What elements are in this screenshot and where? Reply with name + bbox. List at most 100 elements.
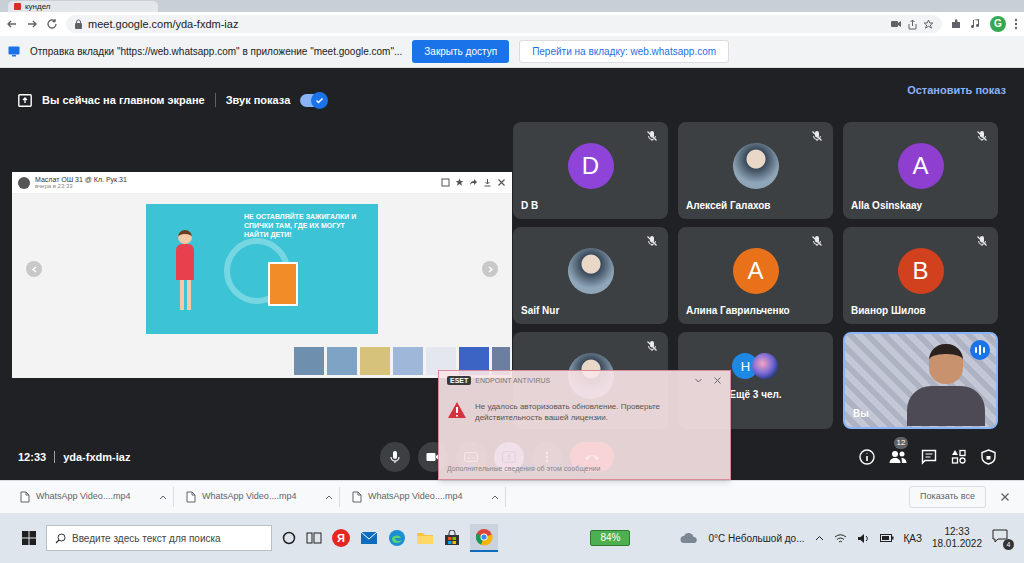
file-icon	[352, 491, 362, 503]
more-label[interactable]: Ещё 3 чел.	[729, 387, 781, 402]
input-language[interactable]: ҚАЗ	[904, 531, 922, 546]
notification-message: Не удалось авторизовать обновление. Пров…	[475, 401, 695, 423]
tab-label: кундел	[25, 2, 51, 12]
mail-icon[interactable]	[360, 531, 378, 545]
mic-off-icon	[646, 340, 658, 352]
forward-icon[interactable]	[469, 178, 478, 187]
close-icon[interactable]	[1000, 492, 1010, 502]
people-count: 12	[897, 439, 906, 447]
details-link[interactable]: Дополнительные сведения об этом сообщени…	[447, 464, 722, 475]
stop-sharing-button[interactable]: Закрыть доступ	[412, 40, 509, 63]
yandex-label: Я	[337, 533, 345, 544]
participant-tile[interactable]: Saif Nur	[513, 227, 668, 324]
notification-button[interactable]: 4	[992, 529, 1010, 547]
clock-date: 18.01.2022	[932, 538, 982, 550]
participant-avatar: A	[733, 248, 779, 294]
participant-tile[interactable]: BВианор Шилов	[843, 227, 998, 324]
chevron-up-icon	[159, 494, 167, 500]
task-view-icon[interactable]	[306, 531, 322, 545]
clock[interactable]: 12:33 18.01.2022	[932, 526, 982, 550]
clock-time: 12:33	[944, 526, 969, 538]
participant-name: Alla Osinskaay	[851, 198, 922, 213]
edge-icon[interactable]	[388, 529, 406, 547]
activities-icon[interactable]	[951, 449, 967, 465]
download-name: WhatsApp Video....mp4	[36, 490, 153, 504]
thumbnail[interactable]	[393, 347, 423, 375]
tray-chevron-icon[interactable]	[815, 535, 824, 541]
weather-text[interactable]: 0°C Небольшой до...	[708, 531, 804, 546]
taskbar-search-input[interactable]	[72, 531, 263, 546]
mic-button[interactable]	[380, 442, 410, 472]
reload-icon[interactable]	[46, 18, 58, 30]
url-text: meet.google.com/yda-fxdm-iaz	[88, 16, 238, 33]
slide-matchbox	[268, 262, 298, 306]
participant-tile[interactable]: DD B	[513, 122, 668, 219]
store-icon[interactable]	[444, 530, 460, 546]
thumbnail[interactable]	[327, 347, 357, 375]
close-icon[interactable]	[713, 376, 722, 385]
product-label: ENDPOINT ANTIVIRUS	[475, 377, 550, 384]
cortana-icon[interactable]	[282, 531, 296, 545]
browser-tab[interactable]: кундел	[8, 1, 158, 12]
windows-start-icon[interactable]	[22, 531, 36, 545]
people-count-badge: 12	[894, 437, 908, 449]
participant-tile[interactable]: AАлина Гаврильченко	[678, 227, 833, 324]
close-icon[interactable]	[497, 178, 506, 187]
participant-tile[interactable]: Алексей Галахов	[678, 122, 833, 219]
chat-icon[interactable]	[921, 449, 937, 465]
switch-tab-button[interactable]: Перейти на вкладку: web.whatsapp.com	[519, 40, 729, 63]
star-icon[interactable]	[923, 19, 934, 30]
download-icon[interactable]	[483, 178, 492, 187]
media-icon[interactable]	[970, 18, 982, 30]
prev-button[interactable]	[26, 261, 42, 277]
chevron-up-icon	[491, 494, 499, 500]
people-button[interactable]: 12	[889, 450, 907, 464]
taskbar-search[interactable]	[46, 525, 272, 551]
square-icon[interactable]	[441, 178, 450, 187]
presenting-label: Вы сейчас на главном экране	[42, 92, 205, 109]
next-button[interactable]	[482, 261, 498, 277]
viewer-header: Маслат ОШ 31 @ Кл. Рук.31 вчера в 23:33	[12, 172, 512, 194]
download-item[interactable]: WhatsApp Video....mp4	[180, 487, 340, 507]
avatar-initial: D	[582, 154, 599, 178]
yandex-browser-icon[interactable]: Я	[332, 529, 350, 547]
camera-indicator-icon[interactable]	[890, 19, 902, 29]
info-icon[interactable]	[859, 449, 875, 465]
download-name: WhatsApp Video....mp4	[202, 490, 319, 504]
wifi-icon	[834, 533, 847, 544]
mic-off-icon	[646, 130, 658, 142]
participant-tile[interactable]: AAlla Osinskaay	[843, 122, 998, 219]
level-bar	[983, 347, 985, 353]
collapse-icon[interactable]	[694, 376, 703, 385]
share-audio-toggle[interactable]	[300, 94, 326, 107]
download-item[interactable]: WhatsApp Video....mp4	[14, 487, 174, 507]
stop-presenting-button[interactable]: Остановить показ	[907, 76, 1006, 99]
host-controls-icon[interactable]	[981, 449, 996, 465]
thumbnail[interactable]	[294, 347, 324, 375]
chrome-taskbar-button[interactable]	[470, 524, 498, 552]
thumbnail[interactable]	[360, 347, 390, 375]
slide-figure	[176, 230, 194, 310]
participant-name: Вианор Шилов	[851, 303, 926, 318]
participant-photo	[733, 143, 779, 189]
file-explorer-icon[interactable]	[416, 531, 434, 545]
more-avatars: H	[732, 353, 778, 379]
extensions-icon[interactable]	[950, 18, 962, 30]
back-icon[interactable]	[6, 18, 18, 30]
forward-icon[interactable]	[26, 18, 38, 30]
star-icon[interactable]	[455, 178, 464, 187]
shared-window: Маслат ОШ 31 @ Кл. Рук.31 вчера в 23:33	[12, 172, 512, 378]
file-icon	[20, 491, 30, 503]
tab-strip: кундел	[0, 0, 1024, 12]
menu-icon[interactable]	[1014, 18, 1018, 30]
participant-name: Алексей Галахов	[686, 198, 771, 213]
battery-indicator[interactable]: 84%	[590, 530, 630, 546]
battery-tray-icon	[880, 534, 894, 542]
share-icon[interactable]	[907, 19, 918, 30]
self-video-tile[interactable]: Вы	[843, 332, 998, 429]
download-item[interactable]: WhatsApp Video....mp4	[346, 487, 506, 507]
url-field[interactable]: meet.google.com/yda-fxdm-iaz	[66, 15, 942, 33]
profile-avatar[interactable]: G	[990, 16, 1006, 32]
participant-name: Вы	[853, 406, 869, 421]
show-all-button[interactable]: Показать все	[909, 486, 986, 508]
